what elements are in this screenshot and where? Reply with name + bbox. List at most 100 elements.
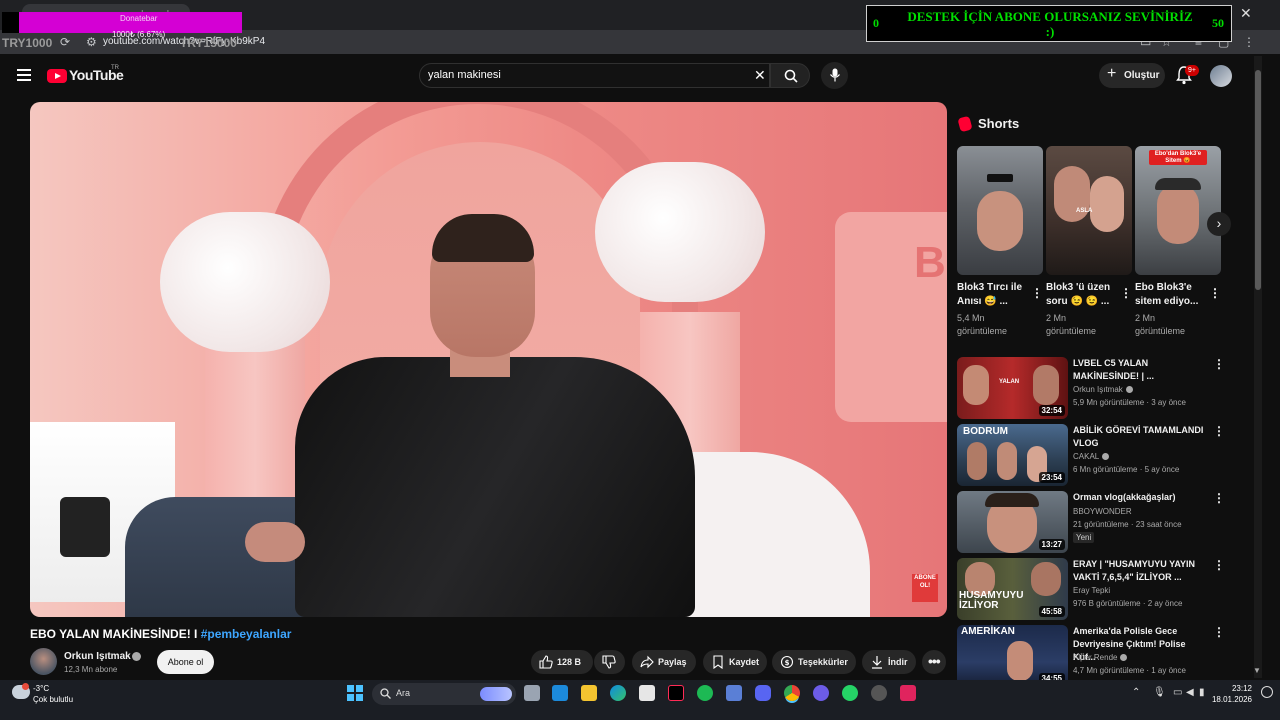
clock-date[interactable]: 18.01.2026 (1210, 695, 1252, 704)
short-title[interactable]: Blok3 'ü üzen soru 😉 😉 ... (1046, 281, 1116, 309)
recommendation-channel-name[interactable]: BBOYWONDER (1073, 507, 1132, 516)
browser-menu-icon[interactable]: ⋮ (1243, 35, 1255, 49)
recommendation-title[interactable]: LVBEL C5 YALAN MAKİNESİNDE! | ... (1073, 357, 1207, 383)
recommendation-item[interactable]: 13:27 Orman vlog(akkağaşlar) BBOYWONDER … (957, 491, 1227, 553)
more-vertical-icon[interactable]: ⋮ (1213, 357, 1225, 371)
recommendation-channel-name[interactable]: Orkun Işıtmak (1073, 385, 1123, 394)
task-view-icon[interactable] (524, 685, 540, 701)
volume-icon[interactable]: ◀ (1186, 687, 1194, 698)
recommendation-title[interactable]: ABİLİK GÖREVİ TAMAMLANDI VLOG (1073, 424, 1207, 450)
window-close-icon[interactable]: ✕ (1240, 5, 1252, 22)
save-label: Kaydet (729, 657, 760, 667)
recommendation-thumbnail[interactable]: BODRUM 23:54 (957, 424, 1068, 486)
recommendation-channel[interactable]: CAKAL (1073, 452, 1110, 461)
recommendation-channel[interactable]: Alper Rende (1073, 653, 1128, 662)
more-actions-button[interactable]: ••• (922, 650, 946, 674)
recommendation-item[interactable]: YALAN 32:54 LVBEL C5 YALAN MAKİNESİNDE! … (957, 357, 1227, 419)
tray-microphone-icon[interactable]: 🎙 (1153, 687, 1166, 698)
recommendation-channel[interactable]: Orkun Işıtmak (1073, 385, 1133, 394)
video-duration: 32:54 (1038, 405, 1065, 416)
short-views: 2 Mn görüntüleme (1135, 313, 1186, 336)
search-value[interactable]: yalan makinesi (428, 69, 501, 81)
recommendation-thumbnail[interactable]: HUSAMYUYU İZLİYOR 45:58 (957, 558, 1068, 620)
create-button[interactable]: + Oluştur (1099, 63, 1165, 88)
tray-chevron-icon[interactable]: ⌃ (1132, 687, 1140, 698)
channel-name[interactable]: Orkun Işıtmak (64, 651, 131, 662)
more-vertical-icon[interactable]: ⋮ (1213, 424, 1225, 438)
battery-icon[interactable]: ▮ (1199, 687, 1205, 698)
chrome-browser-icon[interactable] (784, 685, 800, 701)
short-thumbnail[interactable]: Ebo'dan Blok3'e Sitem 😡 (1135, 146, 1221, 275)
shorts-next-arrow-icon[interactable]: › (1207, 212, 1231, 236)
spotify-icon[interactable] (697, 685, 713, 701)
recommendation-thumbnail[interactable]: YALAN 32:54 (957, 357, 1068, 419)
subscribe-watermark[interactable]: ABONE OL! (912, 574, 938, 602)
like-button[interactable]: 128 B (531, 650, 593, 674)
more-vertical-icon[interactable]: ⋮ (1213, 625, 1225, 639)
scrollbar-thumb[interactable] (1255, 70, 1261, 290)
reload-icon[interactable]: ⟳ (60, 35, 70, 49)
app-icon[interactable] (813, 685, 829, 701)
recommendation-channel-name[interactable]: CAKAL (1073, 452, 1099, 461)
app-icon[interactable] (900, 685, 916, 701)
subscribe-button[interactable]: Abone ol (157, 650, 214, 674)
thanks-button[interactable]: $ Teşekkürler (772, 650, 856, 674)
short-views: 2 Mn görüntüleme (1046, 313, 1097, 336)
video-player[interactable]: BSH ABONE OL! (30, 102, 947, 617)
edge-browser-icon[interactable] (610, 685, 626, 701)
more-vertical-icon[interactable]: ⋮ (1120, 286, 1132, 300)
donation-min-label: TRY1000 (2, 36, 53, 50)
network-icon[interactable]: ▭ (1173, 687, 1182, 698)
weather-description[interactable]: Çok bulutlu (33, 695, 73, 704)
save-button[interactable]: Kaydet (703, 650, 767, 674)
hamburger-menu-icon[interactable] (17, 69, 31, 81)
tiktok-icon[interactable] (668, 685, 684, 701)
whatsapp-icon[interactable] (842, 685, 858, 701)
widgets-icon[interactable] (552, 685, 568, 701)
discord-icon[interactable] (755, 685, 771, 701)
short-caption-box (987, 174, 1013, 182)
app-icon[interactable] (871, 685, 887, 701)
recommendation-item[interactable]: HUSAMYUYU İZLİYOR 45:58 ERAY | "HUSAMYUY… (957, 558, 1227, 620)
recommendation-title[interactable]: ERAY | "HUSAMYUYU YAYIN VAKTİ 7,6,5,4" İ… (1073, 558, 1207, 584)
more-vertical-icon[interactable]: ⋮ (1213, 491, 1225, 505)
download-button[interactable]: İndir (862, 650, 916, 674)
video-hashtag-link[interactable]: #pembeyalanlar (201, 627, 292, 641)
more-vertical-icon[interactable]: ⋮ (1031, 286, 1043, 300)
clear-search-icon[interactable]: ✕ (754, 67, 766, 84)
youtube-logo-icon[interactable] (47, 69, 67, 83)
short-thumbnail[interactable]: ASLA (1046, 146, 1132, 275)
recommendation-thumbnail[interactable]: AMERİKAN 34:55 (957, 625, 1068, 687)
share-button[interactable]: Paylaş (632, 650, 696, 674)
recommendation-meta: 5,9 Mn görüntüleme · 3 ay önce (1073, 398, 1186, 407)
more-vertical-icon[interactable]: ⋮ (1209, 286, 1221, 300)
weather-temperature[interactable]: -3°C (33, 684, 49, 693)
recommendation-item[interactable]: BODRUM 23:54 ABİLİK GÖREVİ TAMAMLANDI VL… (957, 424, 1227, 486)
voice-search-button[interactable] (821, 62, 848, 89)
more-vertical-icon[interactable]: ⋮ (1213, 558, 1225, 572)
notification-center-icon[interactable] (1261, 686, 1273, 698)
search-button[interactable] (770, 63, 810, 88)
shorts-logo-icon (957, 115, 973, 133)
clock-time[interactable]: 23:12 (1216, 684, 1252, 693)
file-explorer-icon[interactable] (581, 685, 597, 701)
recommendation-channel-name[interactable]: Alper Rende (1073, 653, 1117, 662)
recommendation-title[interactable]: Orman vlog(akkağaşlar) (1073, 491, 1207, 504)
app-icon[interactable] (726, 685, 742, 701)
short-title[interactable]: Blok3 Tırcı ile Anısı 😅 ... (957, 281, 1027, 309)
account-avatar[interactable] (1210, 65, 1232, 87)
microsoft-store-icon[interactable] (639, 685, 655, 701)
recommendation-item[interactable]: AMERİKAN 34:55 Amerika'da Polisle Gece D… (957, 625, 1227, 687)
scroll-down-arrow-icon[interactable]: ▼ (1253, 666, 1261, 675)
taskbar-search-box[interactable]: Ara (372, 683, 516, 705)
search-input[interactable]: yalan makinesi ✕ (419, 63, 770, 88)
recommendation-channel-name[interactable]: Eray Tepki (1073, 586, 1110, 595)
channel-avatar[interactable] (30, 648, 57, 675)
short-title[interactable]: Ebo Blok3'e sitem ediyo... (1135, 281, 1205, 309)
thumb-hair (985, 493, 1039, 507)
dislike-button[interactable] (594, 650, 625, 674)
windows-start-button[interactable] (347, 685, 363, 701)
short-thumbnail[interactable] (957, 146, 1043, 275)
site-info-icon[interactable]: ⚙ (86, 35, 97, 49)
recommendation-thumbnail[interactable]: 13:27 (957, 491, 1068, 553)
